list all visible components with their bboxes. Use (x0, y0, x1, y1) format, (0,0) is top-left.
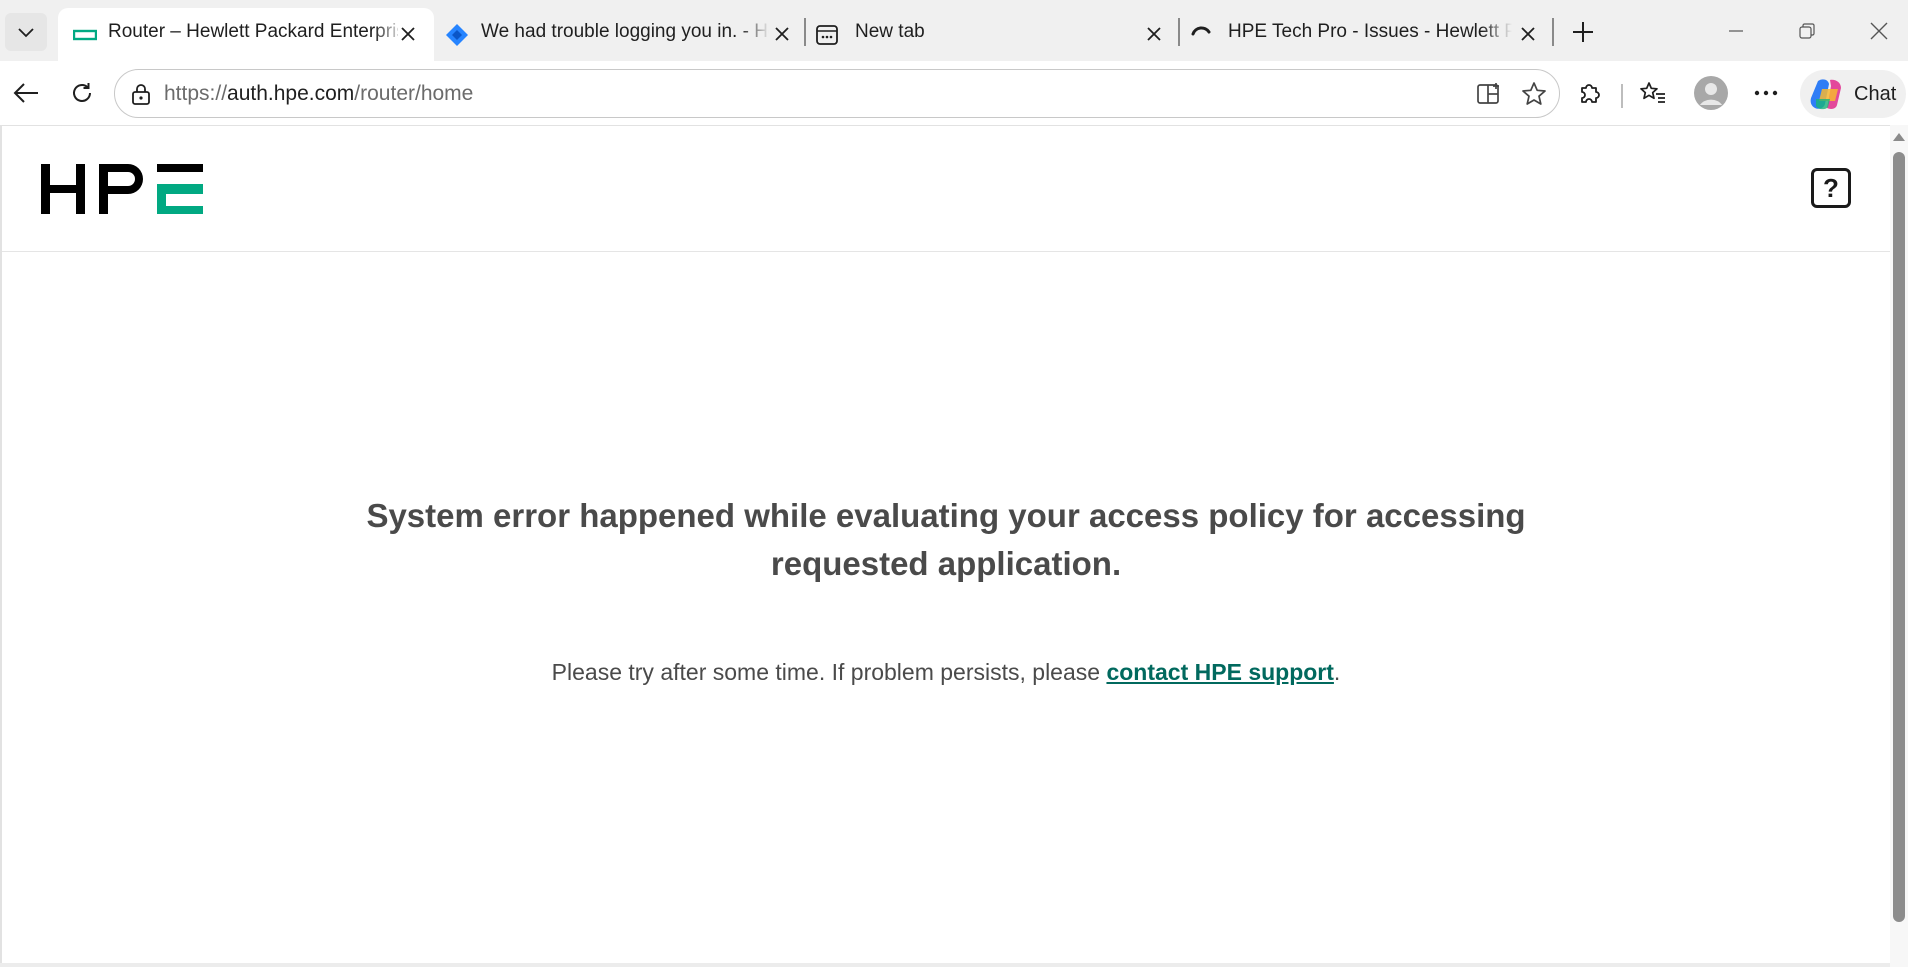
restore-button[interactable] (1785, 12, 1829, 50)
minimize-icon (1729, 30, 1743, 32)
close-window-button[interactable] (1857, 12, 1901, 50)
more-icon (1754, 90, 1778, 96)
tab-title: Router – Hewlett Packard Enterprise (108, 21, 398, 42)
loading-spinner-icon (1188, 22, 1214, 48)
minimize-button[interactable] (1714, 12, 1758, 50)
error-message: Please try after some time. If problem p… (342, 659, 1550, 686)
back-button[interactable] (6, 73, 46, 113)
help-button[interactable]: ? (1811, 168, 1851, 208)
close-tab-button[interactable] (1515, 21, 1541, 47)
copilot-chat-button[interactable]: Chat (1800, 70, 1906, 118)
url-text[interactable]: https://auth.hpe.com/router/home (164, 82, 473, 106)
hpe-logo[interactable] (39, 162, 205, 216)
scroll-thumb[interactable] (1893, 152, 1905, 922)
tab-title: New tab (855, 21, 925, 42)
tab-title: HPE Tech Pro - Issues - Hewlett Packard … (1228, 21, 1512, 42)
puzzle-icon (1581, 84, 1600, 103)
url-path: /router/home (354, 82, 474, 105)
hpe-favicon (72, 22, 98, 48)
tab-login-trouble[interactable]: We had trouble logging you in. - Hewlett… (434, 8, 804, 61)
favorites-button[interactable] (1633, 73, 1673, 113)
close-tab-button[interactable] (1141, 21, 1167, 47)
tab-title: We had trouble logging you in. - Hewlett… (481, 21, 769, 42)
page-content: ? System error happened while evaluating… (0, 125, 1890, 967)
diamond-favicon (444, 22, 470, 48)
favorites-list-icon (1640, 82, 1665, 103)
split-screen-icon (1477, 83, 1499, 104)
contact-support-link[interactable]: contact HPE support (1106, 659, 1333, 685)
url-scheme: https:// (164, 82, 228, 105)
settings-more-button[interactable] (1746, 73, 1786, 113)
close-icon (401, 27, 415, 41)
profile-button[interactable] (1691, 73, 1731, 113)
chat-label: Chat (1854, 83, 1897, 105)
tab-strip: Router – Hewlett Packard Enterprise We h… (0, 0, 1908, 61)
tab-separator (1552, 18, 1554, 46)
address-bar[interactable]: https://auth.hpe.com/router/home (114, 69, 1560, 118)
split-screen-button[interactable] (1470, 75, 1508, 113)
close-tab-button[interactable] (769, 21, 795, 47)
newtab-favicon (814, 22, 840, 48)
refresh-button[interactable] (62, 73, 102, 113)
toolbar-separator (1621, 84, 1623, 108)
tab-new-tab[interactable]: New tab (806, 8, 1178, 61)
close-icon (775, 27, 789, 41)
new-tab-button[interactable] (1564, 13, 1602, 51)
extensions-button[interactable] (1570, 73, 1610, 113)
restore-icon (1799, 23, 1815, 39)
vertical-scrollbar[interactable] (1890, 125, 1908, 967)
error-title: System error happened while evaluating y… (366, 497, 1526, 582)
chevron-down-icon (18, 28, 34, 38)
tab-list-button[interactable] (5, 13, 47, 51)
url-host: auth.hpe.com (227, 82, 355, 105)
close-tab-button[interactable] (395, 21, 421, 47)
avatar-icon (1694, 76, 1728, 110)
close-icon (1147, 27, 1161, 41)
refresh-icon (73, 83, 91, 102)
plus-icon (1573, 22, 1593, 42)
copilot-icon (1810, 79, 1841, 110)
star-icon (1522, 82, 1546, 105)
site-header: ? (2, 126, 1890, 252)
tab-tech-pro-issues[interactable]: HPE Tech Pro - Issues - Hewlett Packard … (1180, 8, 1552, 61)
tab-router[interactable]: Router – Hewlett Packard Enterprise (58, 8, 434, 61)
page-bottom-edge (0, 963, 1890, 967)
error-message-text: Please try after some time. If problem p… (551, 659, 1107, 685)
lock-icon[interactable] (129, 82, 153, 106)
scroll-up-arrow-icon[interactable] (1893, 133, 1905, 141)
back-arrow-icon (13, 83, 38, 103)
error-message-suffix: . (1333, 659, 1341, 685)
close-icon (1870, 22, 1888, 40)
close-icon (1521, 27, 1535, 41)
favorite-button[interactable] (1515, 75, 1553, 113)
